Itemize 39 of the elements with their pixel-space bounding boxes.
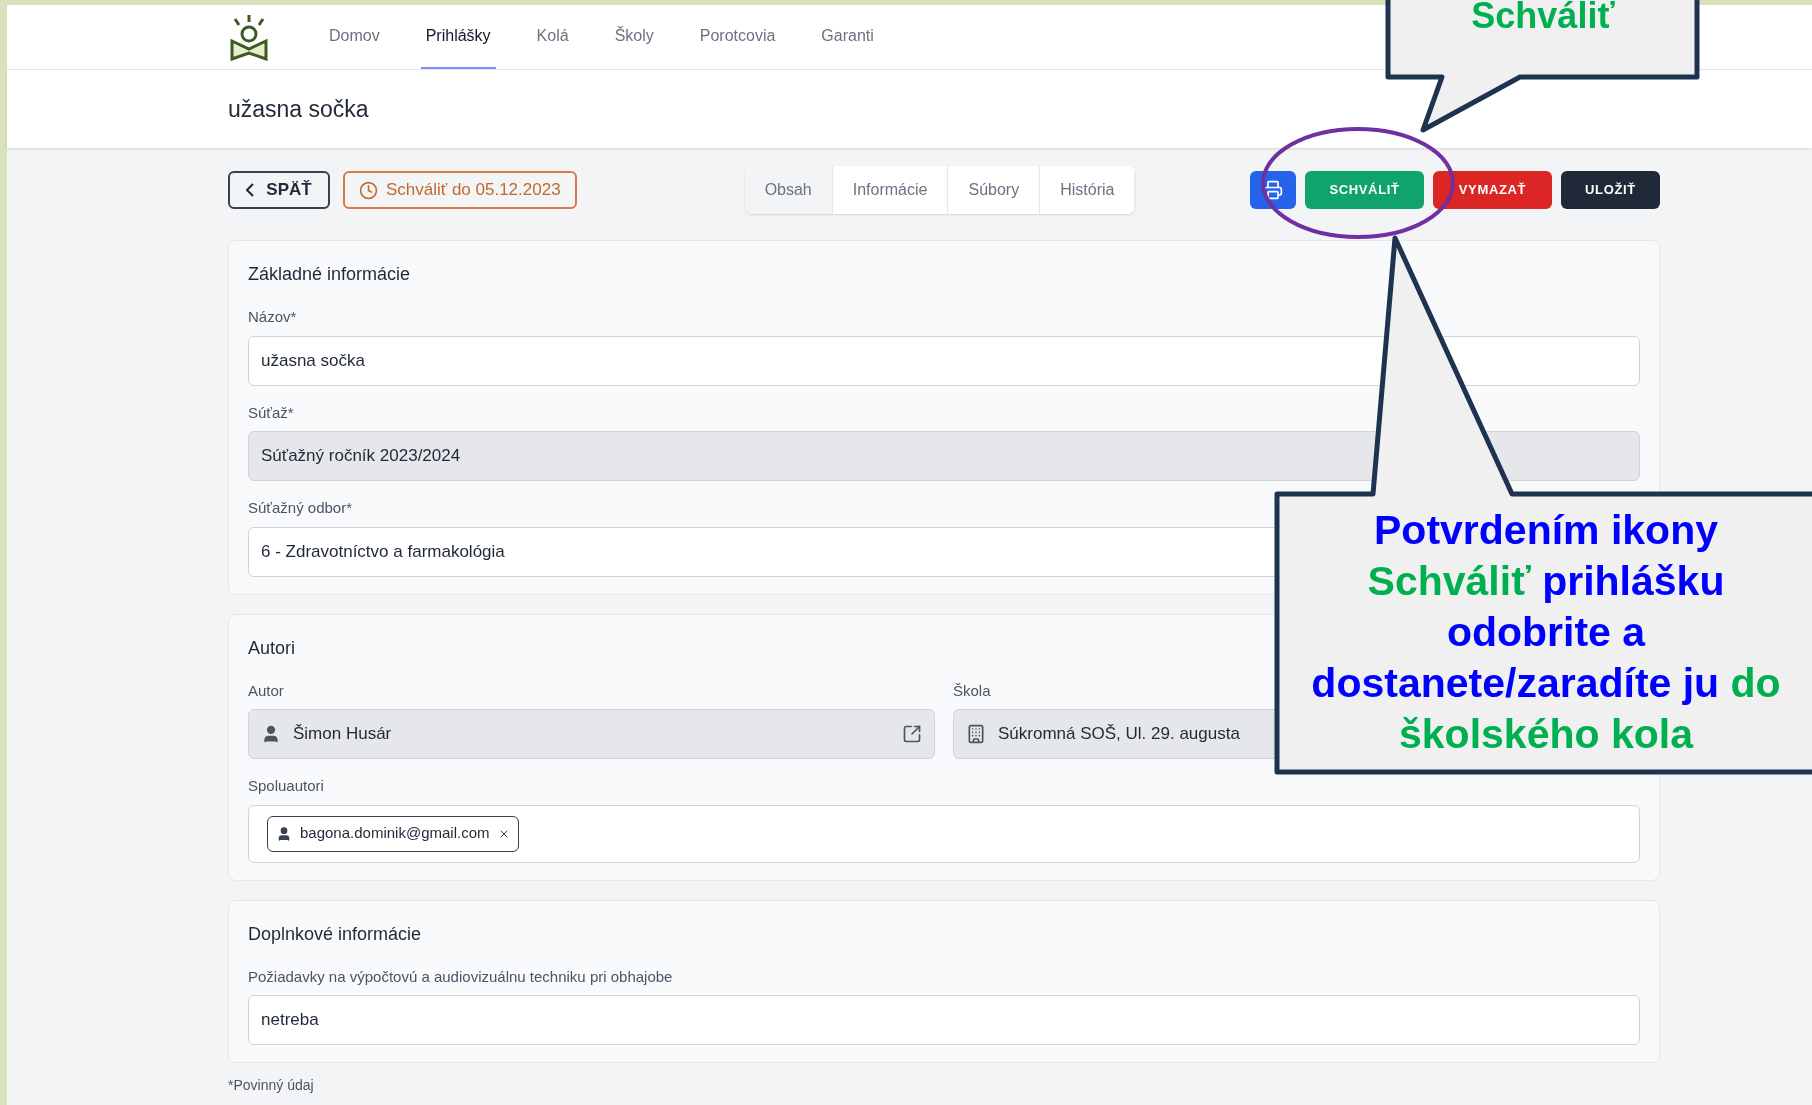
nav-link[interactable]: Kolá (531, 5, 574, 69)
person-icon (261, 724, 281, 744)
tab[interactable]: História (1040, 166, 1136, 214)
tab[interactable]: Obsah (744, 166, 833, 214)
input-field[interactable]: užasna sočka (248, 335, 1640, 386)
nav-link[interactable]: Garanti (816, 5, 879, 69)
email-chip[interactable]: bagona.dominik@gmail.com (267, 815, 519, 852)
section-title: Autori (248, 636, 297, 660)
nav-link[interactable]: Domov (324, 5, 385, 69)
tab[interactable]: Informácie (832, 166, 949, 214)
clock-icon (359, 180, 378, 200)
tab[interactable]: Súbory (948, 166, 1041, 214)
field-label: Autor (248, 680, 284, 701)
nav-link[interactable]: Školy (609, 5, 659, 69)
field-label: Súťaž* (248, 402, 294, 423)
field-label: Spoluautori (248, 776, 324, 796)
field-label: Požiadavky na výpočtovú a audiovizuálnu techniku pri obhajobe (248, 966, 673, 987)
back-button[interactable]: SPÄŤ (228, 171, 330, 209)
printer-icon (1263, 180, 1283, 200)
deadline-text: Schváliť do 05.12.2023 (386, 179, 561, 202)
field-label: Škola (953, 680, 991, 701)
print-button[interactable] (1250, 171, 1296, 209)
field-label: Názov* (248, 307, 297, 327)
building-icon (966, 724, 986, 744)
required-note: *Povinný údaj (228, 1076, 315, 1095)
section-title: Doplnkové informácie (248, 922, 423, 946)
page-title: užasna sočka (228, 94, 369, 124)
callout-text: Schváliť (1470, 0, 1616, 36)
save-button[interactable]: ULOŽIŤ (1561, 171, 1660, 209)
chevron-left-icon (246, 183, 255, 197)
tags-input-field[interactable]: bagona.dominik@gmail.com (248, 804, 1640, 863)
logo-icon (228, 13, 270, 61)
nav-link[interactable]: Porotcovia (694, 5, 781, 69)
delete-button[interactable]: VYMAZAŤ (1433, 171, 1552, 209)
section-title: Základné informácie (248, 263, 412, 286)
chip-label: bagona.dominik@gmail.com (300, 823, 490, 844)
person-icon (276, 825, 292, 842)
field-label: Súťažný odbor* (248, 498, 353, 518)
input-field[interactable]: netreba (248, 995, 1640, 1045)
